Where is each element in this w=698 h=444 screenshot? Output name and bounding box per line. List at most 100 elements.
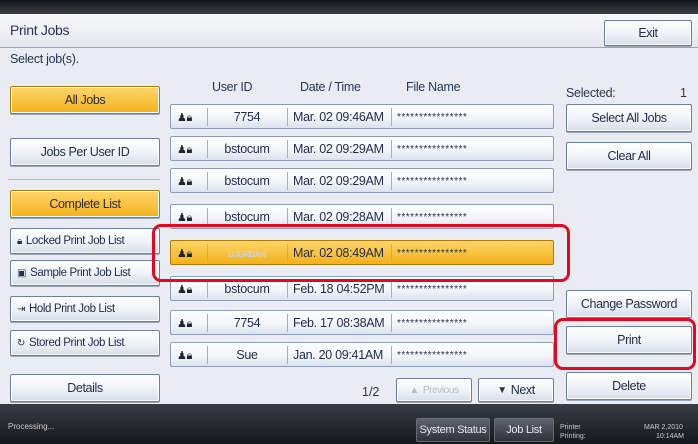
column-separator — [207, 314, 208, 332]
status-text: Processing... — [8, 422, 55, 431]
column-separator — [391, 140, 392, 158]
job-date-time: Mar. 02 09:46AM — [293, 110, 384, 124]
job-user-id: bstocum — [224, 282, 270, 296]
locked-list-label: Locked Print Job List — [25, 235, 125, 247]
job-file-name: **************** — [397, 176, 468, 187]
job-row[interactable]: ♟🔒︎ Sue Jan. 20 09:41AM **************** — [170, 342, 554, 367]
divider — [8, 179, 160, 180]
job-user-id: 7754 — [233, 110, 261, 124]
column-header-user-id: User ID — [212, 80, 253, 94]
column-separator — [287, 280, 288, 298]
job-date-time: Mar. 02 09:29AM — [293, 142, 384, 156]
job-file-name: **************** — [397, 248, 468, 259]
job-row[interactable]: ♟🔒︎ bstocum Mar. 02 09:29AM ***************… — [170, 168, 554, 193]
hold-list-label: Hold Print Job List — [28, 303, 115, 315]
next-page-button[interactable]: ▼ Next — [478, 378, 554, 402]
select-all-jobs-button[interactable]: Select All Jobs — [566, 104, 692, 132]
printer-label: Printer — [560, 424, 581, 431]
person-lock-icon: ♟🔒︎ — [177, 350, 193, 362]
sample-print-job-list-button[interactable]: ▣ Sample Print Job List — [10, 260, 160, 286]
job-date-time: Mar. 02 08:49AM — [293, 246, 384, 260]
column-separator — [391, 314, 392, 332]
print-button[interactable]: Print — [566, 326, 692, 354]
exit-button[interactable]: Exit — [604, 20, 692, 46]
all-jobs-button[interactable]: All Jobs — [10, 86, 160, 114]
person-lock-icon: ♟🔒︎ — [177, 112, 193, 124]
job-user-id: 7754 — [233, 316, 261, 330]
column-separator — [287, 172, 288, 190]
arrow-down-icon: ▼ — [497, 384, 507, 396]
column-separator — [391, 108, 392, 126]
job-file-name: **************** — [397, 112, 468, 123]
job-file-name: **************** — [397, 350, 468, 361]
column-separator — [207, 346, 208, 364]
job-row[interactable]: ♟🔒︎ bstocum Mar. 02 09:28AM ***************… — [170, 204, 554, 229]
previous-label: Previous — [422, 384, 459, 396]
sample-list-label: Sample Print Job List — [30, 267, 131, 279]
person-lock-icon: ♟🔒︎ — [177, 212, 193, 224]
column-separator — [287, 244, 288, 262]
column-separator — [207, 108, 208, 126]
person-lock-icon: ♟🔒︎ — [177, 176, 193, 188]
job-row[interactable]: ♟🔒︎ bstocum Feb. 18 04:52PM ***************… — [170, 276, 554, 301]
column-separator — [391, 208, 392, 226]
details-button[interactable]: Details — [10, 374, 160, 402]
status-bar: Processing... System Status Job List Pri… — [0, 404, 698, 444]
stored-print-job-list-button[interactable]: ↻ Stored Print Job List — [10, 330, 160, 356]
job-user-id: bstocum — [224, 142, 270, 156]
system-status-button[interactable]: System Status — [416, 418, 490, 442]
job-date-time: Mar. 02 09:29AM — [293, 174, 384, 188]
clear-all-button[interactable]: Clear All — [566, 142, 692, 170]
column-separator — [391, 280, 392, 298]
hold-print-job-list-button[interactable]: ⇥ Hold Print Job List — [10, 296, 160, 322]
column-separator — [207, 280, 208, 298]
column-separator — [287, 208, 288, 226]
person-lock-icon: ♟🔒︎ — [177, 284, 193, 296]
job-user-id: Sue — [236, 348, 258, 362]
job-row[interactable]: ♟🔒︎ DJORDAN Mar. 02 08:49AM ***************… — [170, 240, 554, 265]
delete-button[interactable]: Delete — [566, 372, 692, 400]
page-title: Print Jobs — [10, 22, 70, 38]
column-separator — [287, 108, 288, 126]
lock-icon: 🔒︎ — [17, 235, 22, 247]
person-lock-icon: ♟🔒︎ — [177, 144, 193, 156]
job-file-name: **************** — [397, 318, 468, 329]
selected-count: 1 — [680, 86, 687, 100]
previous-page-button[interactable]: ▲ Previous — [396, 378, 472, 402]
column-header-file-name: File Name — [406, 80, 461, 94]
next-label: Next — [510, 383, 536, 397]
job-date-time: Jan. 20 09:41AM — [293, 348, 384, 362]
job-user-id: bstocum — [224, 174, 270, 188]
print-jobs-screen: Print Jobs Exit Select job(s). All Jobs … — [0, 0, 698, 444]
job-row[interactable]: ♟🔒︎ 7754 Feb. 17 08:38AM **************** — [170, 310, 554, 335]
job-file-name: **************** — [397, 144, 468, 155]
column-separator — [287, 140, 288, 158]
sample-icon: ▣ — [17, 267, 27, 279]
complete-list-button[interactable]: Complete List — [10, 190, 160, 218]
job-file-name: **************** — [397, 212, 468, 223]
page-indicator: 1/2 — [362, 385, 380, 399]
job-file-name: **************** — [397, 284, 468, 295]
locked-print-job-list-button[interactable]: 🔒︎ Locked Print Job List — [10, 228, 160, 254]
hold-icon: ⇥ — [17, 303, 25, 315]
column-header-date-time: Date / Time — [300, 80, 361, 94]
column-separator — [207, 140, 208, 158]
column-separator — [391, 172, 392, 190]
selected-label: Selected: — [566, 86, 616, 100]
device-bezel — [0, 0, 698, 14]
column-separator — [287, 346, 288, 364]
job-list-button[interactable]: Job List — [494, 418, 554, 442]
job-row[interactable]: ♟🔒︎ bstocum Mar. 02 09:29AM ***************… — [170, 136, 554, 161]
job-user-id: bstocum — [224, 210, 270, 224]
column-separator — [391, 346, 392, 364]
job-date-time: Mar. 02 09:28AM — [293, 210, 384, 224]
job-date-time: Feb. 17 08:38AM — [293, 316, 385, 330]
arrow-up-icon: ▲ — [409, 384, 419, 396]
jobs-per-user-button[interactable]: Jobs Per User ID — [10, 138, 160, 166]
change-password-button[interactable]: Change Password — [566, 290, 692, 318]
person-lock-icon: ♟🔒︎ — [177, 318, 193, 330]
person-lock-icon: ♟🔒︎ — [177, 248, 193, 260]
job-row[interactable]: ♟🔒︎ 7754 Mar. 02 09:46AM **************** — [170, 104, 554, 129]
date-display: MAR 2,2010 — [644, 424, 683, 431]
instruction-label: Select job(s). — [10, 52, 79, 66]
